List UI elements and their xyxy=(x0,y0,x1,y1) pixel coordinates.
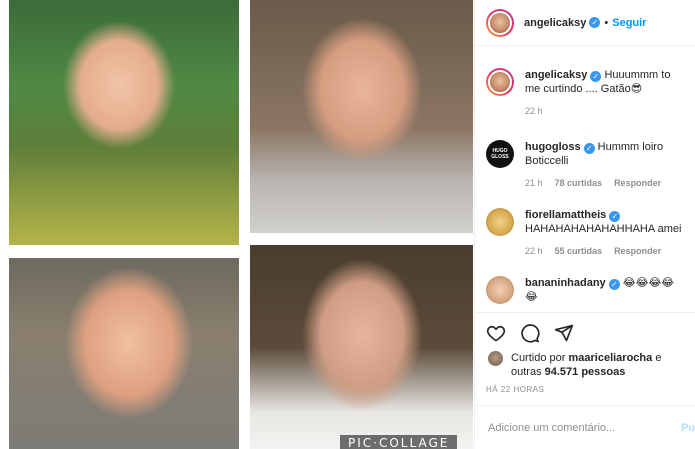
comment-avatar[interactable] xyxy=(486,68,514,96)
photo-tile-1 xyxy=(9,0,239,245)
comment-username[interactable]: hugogloss xyxy=(525,141,581,153)
verified-icon: ✓ xyxy=(609,211,621,222)
liked-by-prefix: Curtido por xyxy=(511,352,566,364)
comment-item: bananinhadany ✓ 😂😂😂😂😂 xyxy=(475,276,695,304)
verified-icon: ✓ xyxy=(590,71,602,82)
post-side-panel: angelicaksy ✓ • Seguir angelicaksy ✓ Huuu… xyxy=(474,0,695,449)
comment-time[interactable]: 22 h xyxy=(525,104,543,118)
reply-button[interactable]: Responder xyxy=(614,176,661,190)
comment-item: HUGO GLOSS hugogloss ✓ Hummm loiro Boticc… xyxy=(475,140,695,190)
post-timestamp[interactable]: HÁ 22 HORAS xyxy=(475,379,695,394)
verified-icon: ✓ xyxy=(583,143,595,154)
separator-dot: • xyxy=(604,16,609,29)
publish-button[interactable]: Pu xyxy=(681,422,695,434)
share-icon[interactable] xyxy=(554,323,574,343)
comment-icon[interactable] xyxy=(520,323,540,343)
post-media[interactable]: PIC·COLLAGE xyxy=(0,0,474,449)
comment-time[interactable]: 21 h xyxy=(525,176,543,190)
reply-button[interactable]: Responder xyxy=(614,244,661,258)
comment-avatar[interactable] xyxy=(486,208,514,236)
liked-count[interactable]: 94.571 pessoas xyxy=(545,366,626,378)
heart-icon[interactable] xyxy=(486,323,506,343)
caption-comment: angelicaksy ✓ Huuummm to me curtindo ....… xyxy=(475,68,695,118)
comment-text: HAHAHAHAHAHAHHAHA amei xyxy=(525,223,682,235)
collage-watermark: PIC·COLLAGE xyxy=(340,435,458,449)
comment-username[interactable]: fiorellamattheis xyxy=(525,209,606,221)
verified-icon: ✓ xyxy=(589,17,601,28)
comment-likes[interactable]: 55 curtidas xyxy=(555,244,603,258)
verified-icon: ✓ xyxy=(608,279,620,290)
comment-input[interactable] xyxy=(488,421,668,434)
add-comment-bar: Pu xyxy=(475,405,695,449)
comment-likes[interactable]: 78 curtidas xyxy=(555,176,603,190)
author-username[interactable]: angelicaksy xyxy=(524,17,586,29)
comment-username[interactable]: bananinhadany xyxy=(525,277,606,289)
photo-tile-4 xyxy=(250,245,473,449)
liked-by: Curtido por maariceliarocha e outras 94.… xyxy=(475,343,695,379)
comment-item: fiorellamattheis ✓ HAHAHAHAHAHAHHAHA amei… xyxy=(475,208,692,258)
liker-avatar[interactable] xyxy=(488,351,503,366)
comment-avatar[interactable] xyxy=(486,276,514,304)
liked-by-user[interactable]: maariceliarocha xyxy=(568,352,652,364)
comment-time[interactable]: 22 h xyxy=(525,244,543,258)
photo-tile-3 xyxy=(9,258,239,449)
photo-tile-2 xyxy=(250,0,473,233)
post-header: angelicaksy ✓ • Seguir xyxy=(475,0,695,46)
comment-username[interactable]: angelicaksy xyxy=(525,69,587,81)
author-avatar[interactable] xyxy=(486,8,514,37)
follow-button[interactable]: Seguir xyxy=(612,17,646,29)
comment-avatar[interactable]: HUGO GLOSS xyxy=(486,140,514,168)
action-icons xyxy=(475,313,695,343)
